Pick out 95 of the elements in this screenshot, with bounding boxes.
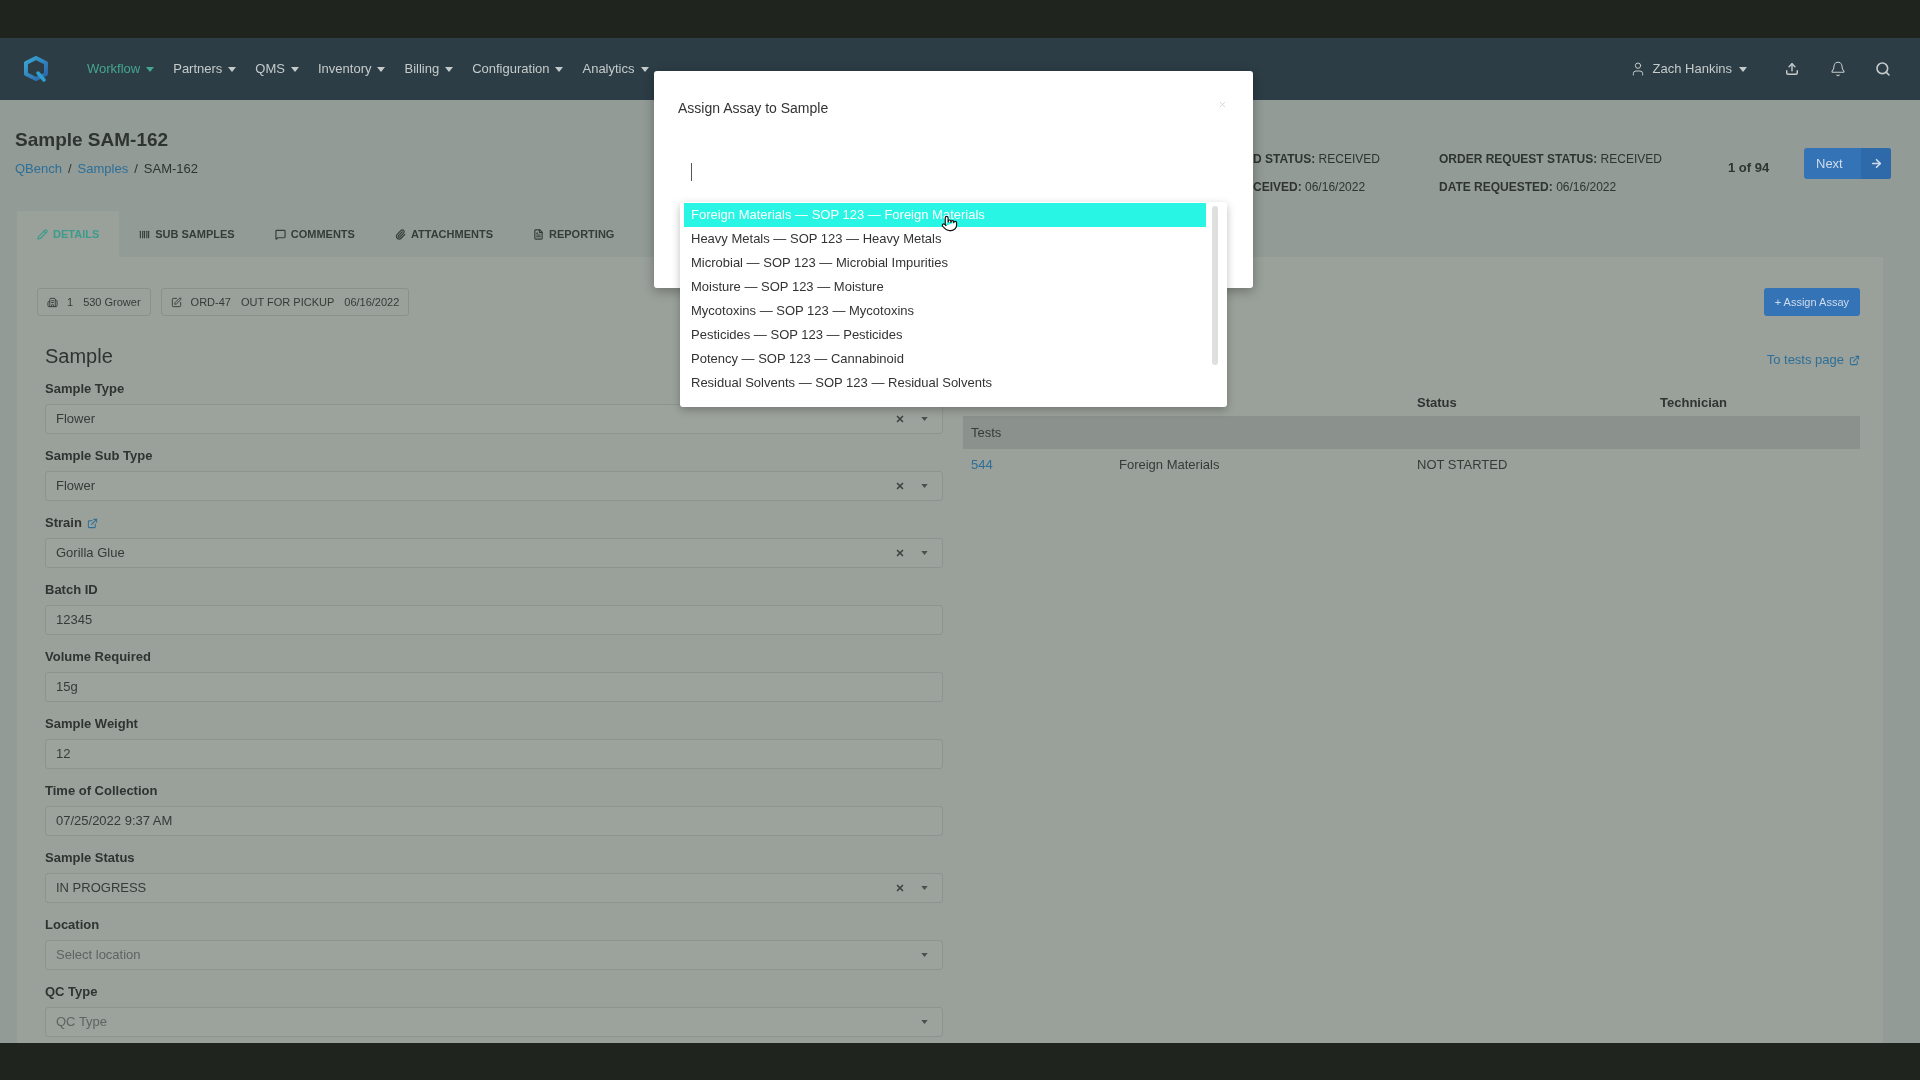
next-button[interactable]: Next bbox=[1804, 148, 1891, 179]
caret-icon bbox=[921, 953, 928, 957]
caret-icon bbox=[640, 66, 649, 72]
breadcrumb-separator: / bbox=[134, 160, 138, 178]
vertical-bars-icon bbox=[139, 228, 151, 240]
arrow-right-icon bbox=[1869, 157, 1883, 170]
caret-icon bbox=[445, 66, 454, 72]
field-label: Batch ID bbox=[45, 582, 98, 598]
select-field[interactable]: Flower bbox=[45, 404, 943, 434]
status-text: D STATUS: RECEIVED bbox=[1253, 151, 1380, 168]
input-field[interactable]: 12345 bbox=[45, 605, 943, 635]
caret-icon bbox=[921, 484, 928, 488]
pencil-icon bbox=[37, 228, 48, 240]
select-field[interactable]: IN PROGRESS bbox=[45, 873, 943, 903]
chip-text: 530 Grower bbox=[83, 294, 141, 310]
nav-menu-item[interactable]: Billing bbox=[404, 60, 454, 78]
column-header: Technician bbox=[1660, 395, 1727, 410]
chip-text: OUT FOR PICKUP bbox=[240, 294, 335, 310]
dropdown-option[interactable]: Pesticides — SOP 123 — Pesticides bbox=[684, 323, 1206, 347]
chip-text: 1 bbox=[67, 294, 74, 310]
edit-icon bbox=[170, 296, 182, 308]
field-label: Sample Weight bbox=[45, 716, 138, 732]
document-icon bbox=[533, 228, 544, 240]
clear-icon[interactable] bbox=[895, 414, 905, 424]
caret-icon bbox=[555, 66, 564, 72]
chip-text: ORD-47 bbox=[190, 294, 231, 310]
dialog-title: Assign Assay to Sample bbox=[678, 99, 829, 117]
external-link-icon[interactable] bbox=[86, 517, 98, 529]
tab[interactable]: COMMENTS bbox=[254, 211, 375, 257]
dropdown-option[interactable]: Residual Solvents — SOP 123 — Residual Solvents bbox=[684, 371, 1206, 395]
caret-icon bbox=[921, 1020, 928, 1024]
clear-icon[interactable] bbox=[895, 481, 905, 491]
upload-icon[interactable] bbox=[1785, 62, 1799, 76]
field-label: Strain bbox=[45, 515, 82, 531]
caret-icon bbox=[377, 66, 386, 72]
caret-icon bbox=[228, 66, 237, 72]
field-label: Location bbox=[45, 917, 100, 933]
user-menu[interactable]: Zach Hankins bbox=[1629, 60, 1747, 78]
bell-icon[interactable] bbox=[1830, 61, 1846, 77]
dropdown-option[interactable]: Potency — SOP 123 — Cannabinoid bbox=[684, 347, 1206, 371]
status-text: CEIVED: 06/16/2022 bbox=[1253, 179, 1366, 196]
tab[interactable]: SUB SAMPLES bbox=[119, 211, 255, 257]
select-field[interactable]: Flower bbox=[45, 471, 943, 501]
nav-menu-item[interactable]: Configuration bbox=[472, 60, 564, 78]
speech-bubble-icon bbox=[274, 228, 286, 240]
nav-menu-item[interactable]: Analytics bbox=[582, 60, 649, 78]
caret-icon bbox=[921, 551, 928, 555]
external-link-icon bbox=[1849, 354, 1860, 366]
select-field[interactable]: Gorilla Glue bbox=[45, 538, 943, 568]
tab[interactable]: REPORTING bbox=[513, 211, 635, 257]
clear-icon[interactable] bbox=[895, 548, 905, 558]
column-header: Status bbox=[1417, 395, 1457, 410]
select-field[interactable]: QC Type bbox=[45, 1007, 943, 1037]
status-text: ORDER REQUEST STATUS: RECEIVED bbox=[1439, 151, 1662, 168]
table-cell: NOT STARTED bbox=[1417, 457, 1508, 472]
chip-text: 06/16/2022 bbox=[344, 294, 400, 310]
nav-menu-item[interactable]: Workflow bbox=[87, 60, 155, 78]
field-label: Sample Status bbox=[45, 850, 135, 866]
section-heading: Sample bbox=[45, 344, 113, 369]
dropdown-option[interactable]: Heavy Metals — SOP 123 — Heavy Metals bbox=[684, 227, 1206, 251]
paperclip-icon bbox=[394, 228, 406, 240]
field-label: Sample Type bbox=[45, 381, 125, 397]
nav-menu-item[interactable]: Partners bbox=[173, 60, 237, 78]
caret-icon bbox=[1739, 66, 1747, 72]
caret-icon bbox=[921, 886, 928, 890]
dropdown-option[interactable]: Moisture — SOP 123 — Moisture bbox=[684, 275, 1206, 299]
group-label: Tests bbox=[971, 423, 1002, 442]
logo-icon[interactable] bbox=[24, 56, 48, 82]
dropdown-option[interactable]: Microbial — SOP 123 — Microbial Impurities bbox=[684, 251, 1206, 275]
caret-icon bbox=[921, 417, 928, 421]
select-field[interactable]: Select location bbox=[45, 940, 943, 970]
clear-icon[interactable] bbox=[895, 883, 905, 893]
field-label: Volume Required bbox=[45, 649, 151, 665]
building-icon bbox=[47, 296, 58, 308]
page-title: Sample SAM-162 bbox=[15, 128, 170, 152]
table-cell: Foreign Materials bbox=[1119, 457, 1220, 472]
nav-menu-item[interactable]: QMS bbox=[255, 60, 299, 78]
assign-assay-button[interactable]: + Assign Assay bbox=[1763, 288, 1860, 316]
pager-text: 1 of 94 bbox=[1728, 160, 1770, 175]
caret-icon bbox=[146, 66, 155, 72]
field-label: QC Type bbox=[45, 984, 98, 1000]
nav-menu-item[interactable]: Inventory bbox=[318, 60, 386, 78]
breadcrumb-separator: / bbox=[68, 160, 72, 178]
input-field[interactable]: 15g bbox=[45, 672, 943, 702]
input-field[interactable]: 12 bbox=[45, 739, 943, 769]
search-icon[interactable] bbox=[1875, 61, 1891, 77]
tab[interactable]: ATTACHMENTS bbox=[374, 211, 513, 257]
field-label: Sample Sub Type bbox=[45, 448, 153, 464]
breadcrumb-current: SAM-162 bbox=[143, 160, 198, 178]
field-label: Time of Collection bbox=[45, 783, 158, 799]
status-text: DATE REQUESTED: 06/16/2022 bbox=[1439, 179, 1617, 196]
dropdown-option[interactable]: Mycotoxins — SOP 123 — Mycotoxins bbox=[684, 299, 1206, 323]
scrollbar-thumb[interactable] bbox=[1212, 206, 1218, 365]
caret-icon bbox=[291, 66, 299, 72]
input-field[interactable]: 07/25/2022 9:37 AM bbox=[45, 806, 943, 836]
